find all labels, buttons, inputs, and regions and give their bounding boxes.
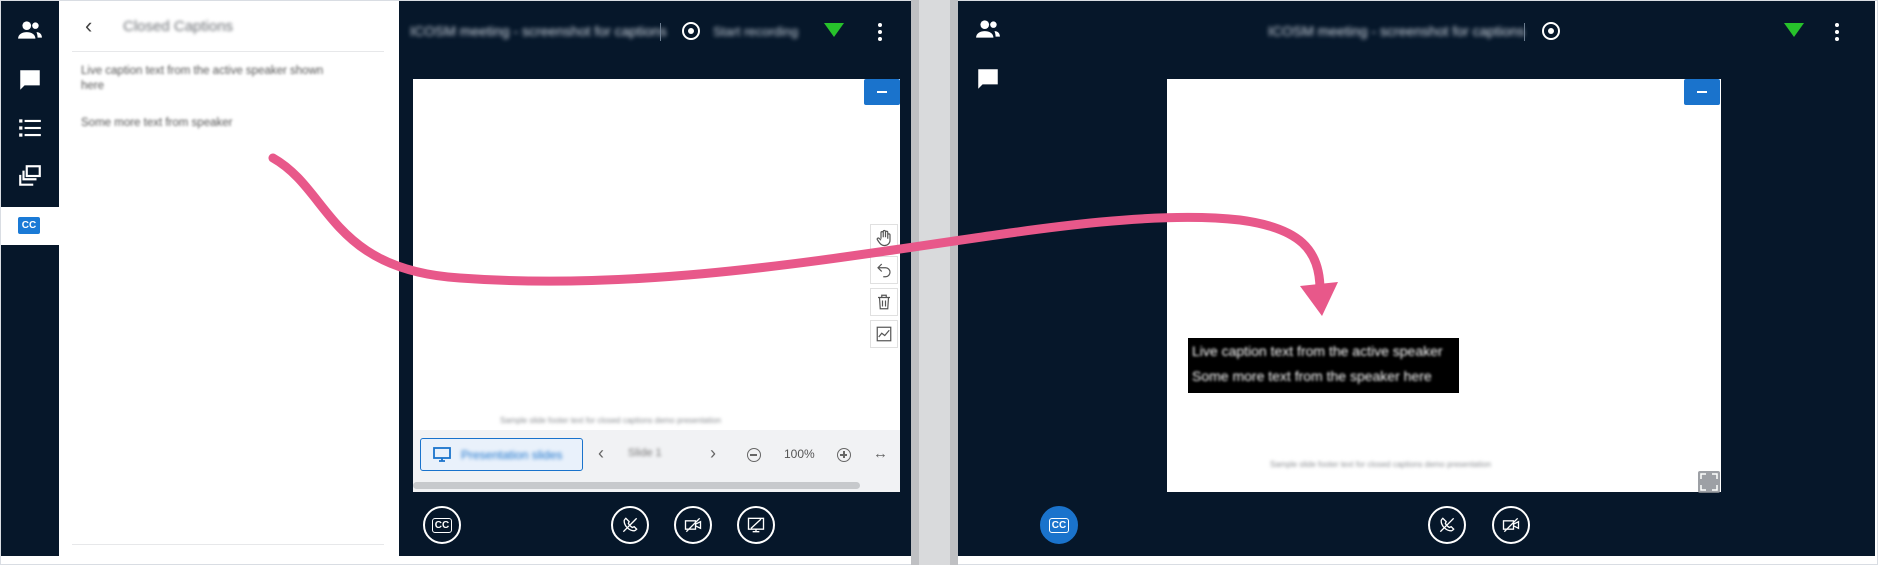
closed-captions-icon: CC	[18, 217, 40, 234]
record-label[interactable]: Start recording	[713, 24, 798, 39]
record-icon[interactable]	[1542, 22, 1560, 40]
monitor-icon	[433, 447, 451, 462]
slide-footer-text: Sample slide footer text for closed capt…	[500, 416, 722, 425]
zoom-out-icon[interactable]	[747, 448, 761, 462]
separator	[660, 23, 661, 41]
trash-icon[interactable]	[870, 288, 898, 316]
closed-captions-tab[interactable]: CC	[1, 207, 59, 245]
page-selector[interactable]: Slide 1	[628, 447, 662, 459]
horizontal-scrollbar[interactable]	[413, 482, 860, 489]
camera-off-button[interactable]	[1492, 506, 1530, 544]
closed-captions-button[interactable]: CC	[423, 506, 461, 544]
pan-hand-icon[interactable]	[870, 224, 898, 252]
mute-audio-button[interactable]	[1428, 506, 1466, 544]
minimize-presentation-button[interactable]	[1684, 79, 1720, 105]
caption-overlay-line: Live caption text from the active speake…	[1192, 343, 1443, 359]
caption-line: Live caption text from the active speake…	[81, 65, 324, 77]
live-caption-overlay: Live caption text from the active speake…	[1188, 338, 1459, 393]
caption-line: Some more text from speaker	[81, 117, 233, 129]
divider	[72, 51, 384, 52]
fullscreen-icon[interactable]	[1698, 471, 1720, 493]
users-icon[interactable]	[973, 14, 1003, 44]
separator	[1524, 23, 1525, 41]
captions-panel: ‹ Closed Captions Live caption text from…	[59, 1, 399, 556]
cc-label: CC	[1048, 517, 1070, 533]
back-chevron-icon[interactable]: ‹	[85, 15, 92, 37]
presentation-slide	[1167, 79, 1721, 492]
closed-captions-button[interactable]: CC	[1040, 506, 1078, 544]
minimize-presentation-button[interactable]	[864, 79, 900, 105]
camera-off-icon	[1502, 517, 1520, 533]
screen-share-off-icon	[747, 517, 765, 533]
undo-icon[interactable]	[870, 256, 898, 284]
line-chart-icon[interactable]	[870, 320, 898, 348]
window-divider	[911, 0, 958, 565]
users-icon[interactable]	[15, 15, 45, 45]
camera-off-icon	[684, 517, 702, 533]
divider-edge	[911, 0, 919, 565]
list-icon[interactable]	[15, 113, 45, 143]
fit-width-icon[interactable]: ↔	[873, 445, 888, 462]
previous-slide-icon[interactable]: ‹	[598, 443, 604, 464]
chat-icon[interactable]	[973, 64, 1003, 94]
phone-off-icon	[1439, 517, 1455, 533]
more-options-icon[interactable]	[1835, 23, 1841, 44]
presentation-slide	[413, 79, 900, 430]
meeting-title: ICOSM meeting - screenshot for captions	[410, 23, 667, 39]
caption-overlay-line: Some more text from the speaker here	[1192, 368, 1432, 384]
camera-off-button[interactable]	[674, 506, 712, 544]
slide-footer-text: Sample slide footer text for closed capt…	[1270, 460, 1492, 469]
divider-edge	[950, 0, 958, 565]
connection-signal-icon	[824, 23, 844, 37]
captions-panel-title: Closed Captions	[123, 18, 234, 35]
divider	[72, 544, 384, 545]
meeting-title: ICOSM meeting - screenshot for captions	[1268, 23, 1525, 39]
cc-label: CC	[431, 517, 453, 533]
chat-icon[interactable]	[15, 65, 45, 95]
mute-audio-button[interactable]	[611, 506, 649, 544]
connection-signal-icon	[1784, 23, 1804, 37]
zoom-in-icon[interactable]	[837, 448, 851, 462]
more-options-icon[interactable]	[878, 23, 884, 44]
phone-off-icon	[622, 517, 638, 533]
slide-selector-label: Presentation slides	[461, 448, 563, 462]
zoom-level: 100%	[784, 447, 815, 461]
screen-share-off-button[interactable]	[737, 506, 775, 544]
left-nav-rail	[1, 1, 59, 556]
caption-line: here	[81, 80, 105, 92]
stack-icon[interactable]	[15, 161, 45, 191]
slide-selector-button[interactable]: Presentation slides	[420, 438, 583, 471]
next-slide-icon[interactable]: ›	[710, 443, 716, 464]
record-icon[interactable]	[682, 22, 700, 40]
